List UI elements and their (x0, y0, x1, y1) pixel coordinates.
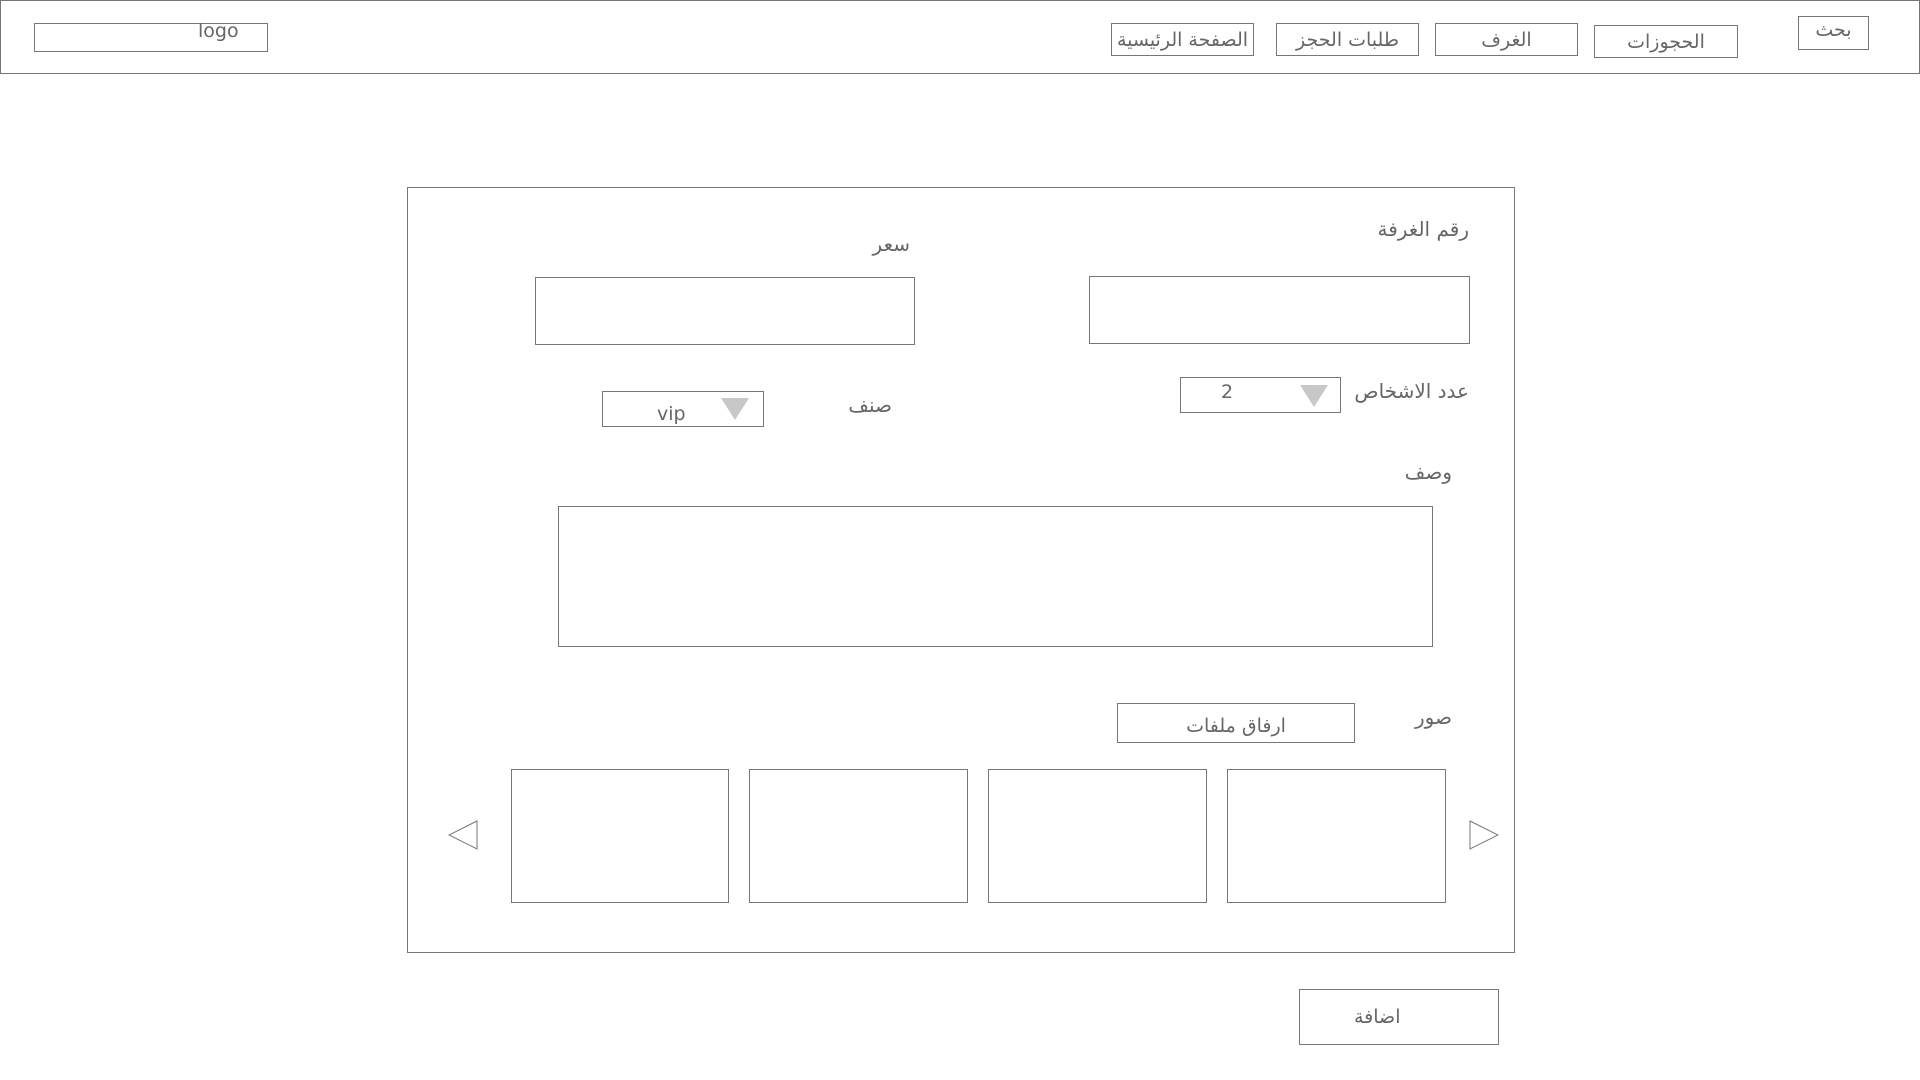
persons-select[interactable]: 2 (1180, 377, 1341, 413)
persons-label: عدد الاشخاص (1354, 379, 1469, 403)
logo-text: logo (198, 20, 239, 42)
persons-value: 2 (1221, 381, 1234, 403)
price-input[interactable] (535, 277, 915, 345)
image-slot-4[interactable] (1227, 769, 1446, 903)
dropdown-arrow-icon (721, 398, 749, 420)
nav-home[interactable]: الصفحة الرئيسية (1111, 23, 1254, 56)
description-textarea[interactable] (558, 506, 1433, 647)
category-select[interactable]: vip (602, 391, 764, 427)
carousel-prev-icon[interactable] (447, 820, 478, 850)
room-number-input[interactable] (1089, 276, 1470, 344)
search-button[interactable]: بحث (1798, 16, 1869, 50)
image-slot-1[interactable] (511, 769, 729, 903)
nav-rooms[interactable]: الغرف (1435, 23, 1578, 56)
description-label: وصف (1404, 460, 1452, 484)
category-value: vip (657, 403, 686, 425)
price-label: سعر (872, 232, 910, 256)
image-slot-2[interactable] (749, 769, 968, 903)
nav-booking-requests[interactable]: طلبات الحجز (1276, 23, 1419, 56)
room-number-label: رقم الغرفة (1377, 217, 1469, 241)
dropdown-arrow-icon (1300, 385, 1328, 407)
logo: logo (34, 20, 268, 52)
nav-reservations[interactable]: الحجوزات (1594, 25, 1738, 58)
add-button[interactable]: اضافة (1299, 989, 1499, 1045)
images-label: صور (1415, 705, 1452, 729)
attach-files-button[interactable]: ارفاق ملفات (1117, 703, 1355, 743)
add-button-label: اضافة (1354, 1006, 1401, 1028)
image-slot-3[interactable] (988, 769, 1207, 903)
carousel-next-icon[interactable] (1469, 820, 1500, 850)
category-label: صنف (848, 393, 892, 417)
